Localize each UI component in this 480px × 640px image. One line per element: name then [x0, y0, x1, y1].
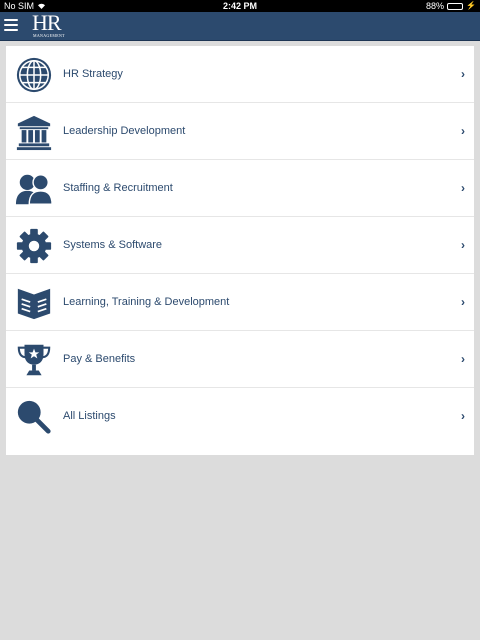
charging-icon: ⚡: [466, 1, 476, 10]
institution-icon: [15, 113, 53, 151]
list-item-label: Learning, Training & Development: [63, 296, 230, 308]
list-item-label: Pay & Benefits: [63, 353, 136, 365]
people-icon: [15, 170, 53, 208]
logo-main: HR: [32, 10, 62, 35]
chevron-right-icon: ›: [461, 181, 465, 195]
list-item-label: HR Strategy: [63, 68, 123, 80]
status-time: 2:42 PM: [222, 1, 257, 11]
nav-bar: HR MANAGEMENT: [0, 12, 480, 41]
battery-icon: [447, 2, 464, 10]
list-item-label: All Listings: [63, 410, 116, 422]
list-item-label: Systems & Software: [63, 239, 163, 251]
status-bar: No SIM 2:42 PM 88% ⚡: [0, 0, 480, 12]
status-right: 88% ⚡: [426, 0, 476, 12]
list-item-systems-software[interactable]: Systems & Software ›: [6, 217, 474, 274]
list-item-label: Staffing & Recruitment: [63, 182, 173, 194]
list-item-all-listings[interactable]: All Listings ›: [6, 388, 474, 445]
chevron-right-icon: ›: [461, 295, 465, 309]
list-item-label: Leadership Development: [63, 125, 186, 137]
logo-sub: MANAGEMENT: [33, 33, 65, 38]
chevron-right-icon: ›: [461, 124, 465, 138]
hr-logo: HR MANAGEMENT: [32, 10, 65, 39]
chevron-right-icon: ›: [461, 352, 465, 366]
list-item-learning-training-development[interactable]: Learning, Training & Development ›: [6, 274, 474, 331]
battery-percent: 88%: [426, 1, 445, 11]
chevron-right-icon: ›: [461, 409, 465, 423]
search-icon: [15, 398, 53, 436]
hamburger-icon[interactable]: [4, 18, 18, 32]
chevron-right-icon: ›: [461, 67, 465, 81]
gear-icon: [15, 227, 53, 265]
globe-icon: [15, 56, 53, 94]
chevron-right-icon: ›: [461, 238, 465, 252]
list-item-staffing-recruitment[interactable]: Staffing & Recruitment ›: [6, 160, 474, 217]
trophy-icon: [15, 341, 53, 379]
list-item-leadership-development[interactable]: Leadership Development ›: [6, 103, 474, 160]
category-list: HR Strategy › Leadership Development › S…: [6, 46, 474, 455]
book-icon: [15, 284, 53, 322]
list-item-hr-strategy[interactable]: HR Strategy ›: [6, 46, 474, 103]
list-item-pay-benefits[interactable]: Pay & Benefits ›: [6, 331, 474, 388]
